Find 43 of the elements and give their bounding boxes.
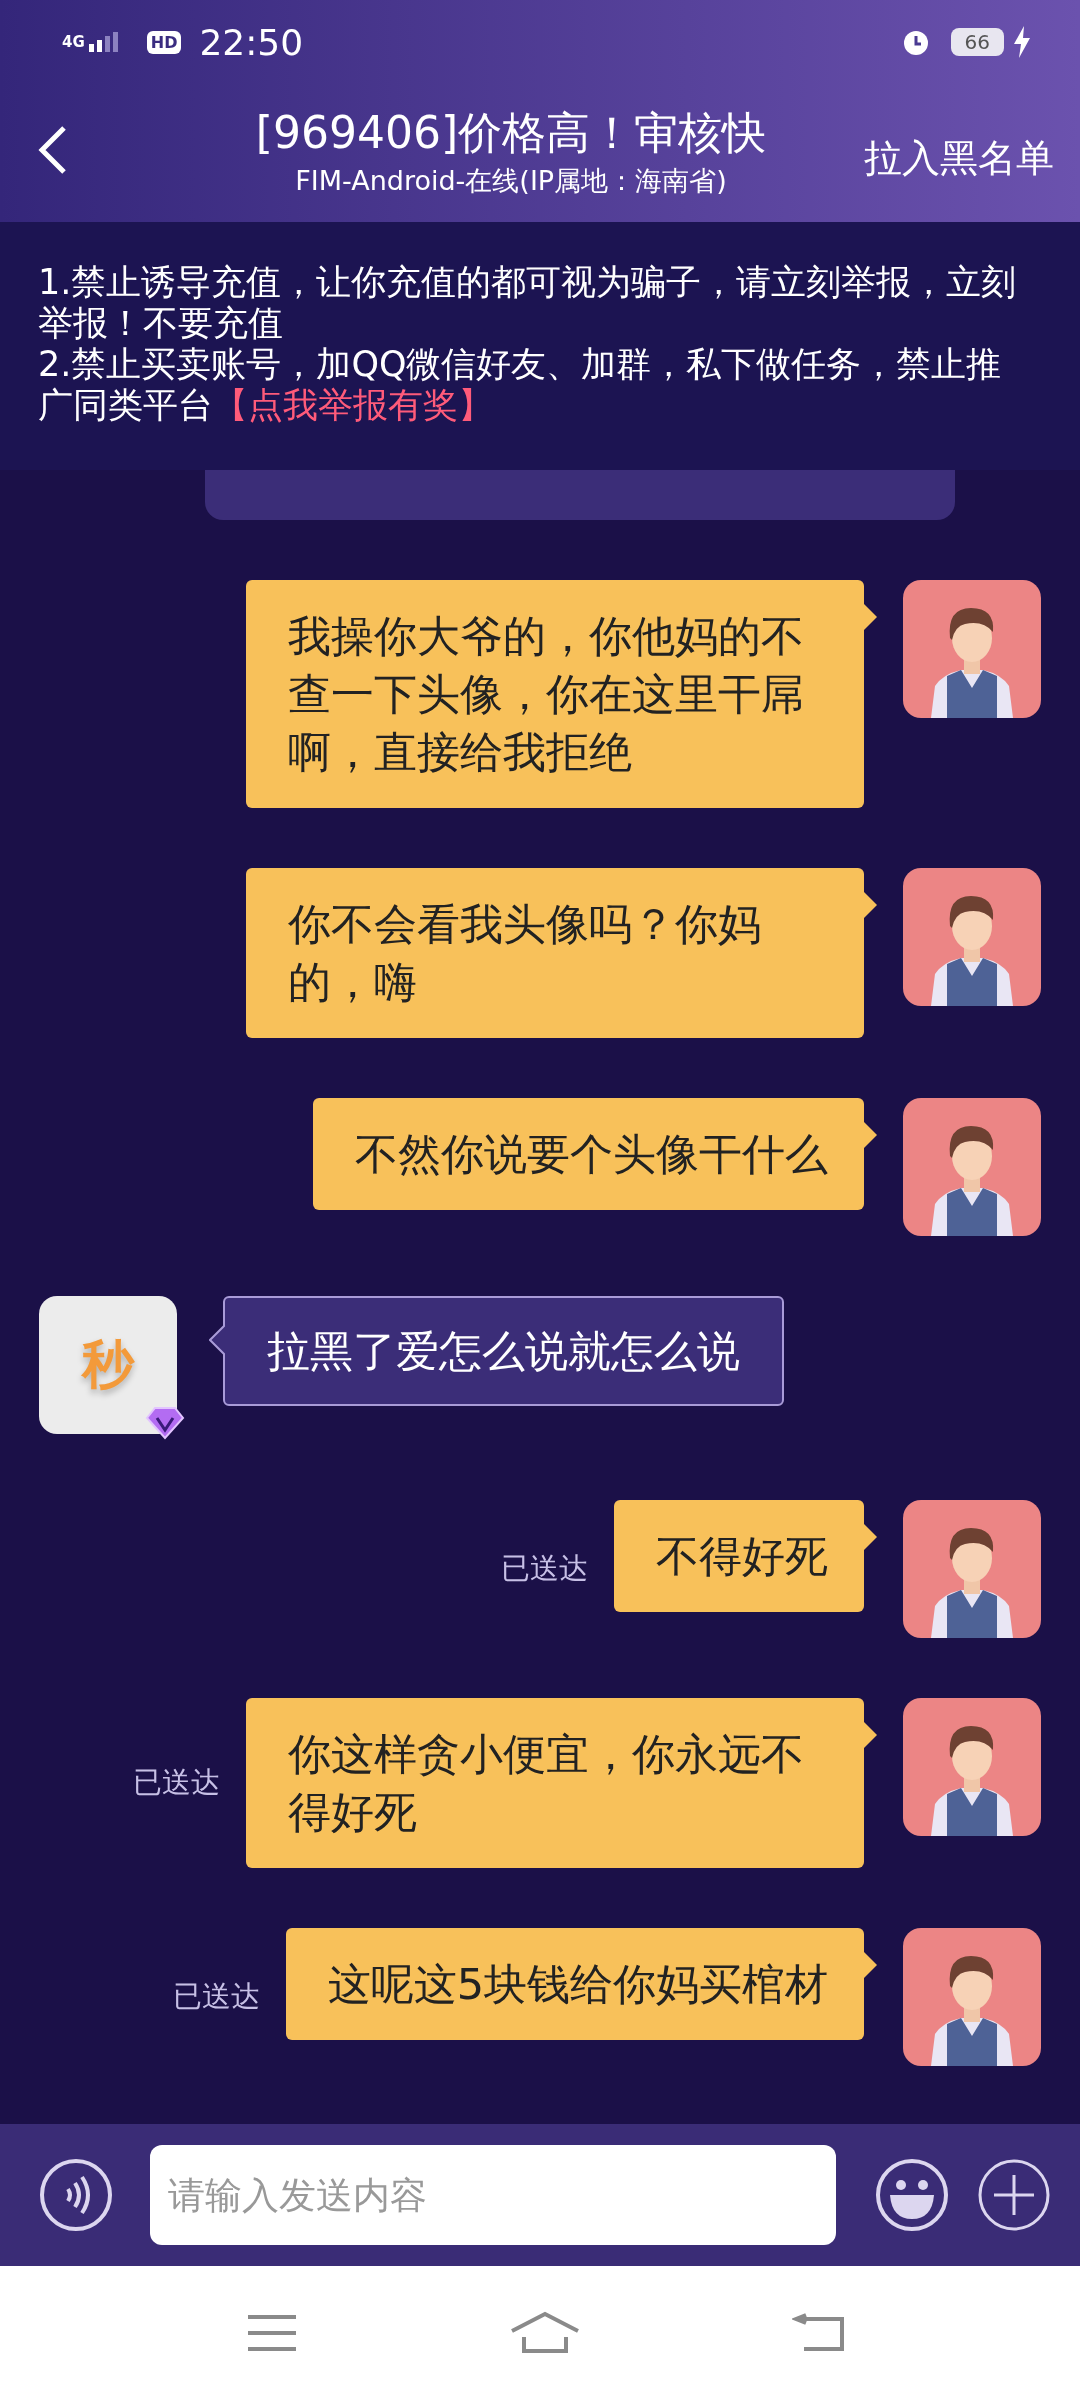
bubble-tail: [864, 1122, 877, 1148]
avatar-icon[interactable]: [903, 1698, 1041, 1836]
delivery-status: 已送达: [501, 1550, 588, 1587]
blacklist-button[interactable]: 拉入黑名单: [864, 122, 1054, 184]
message-bubble: 你这样贪小便宜，你永远不得好死: [246, 1698, 864, 1868]
emoji-icon[interactable]: [874, 2157, 950, 2233]
bubble-tail: [864, 604, 877, 630]
menu-icon[interactable]: [246, 2313, 298, 2353]
bubble-tail: [864, 1722, 877, 1748]
delivery-status: 已送达: [172, 1978, 260, 2015]
battery-level: 66: [950, 28, 1004, 56]
message-bubble: 不然你说要个头像干什么: [313, 1098, 864, 1210]
message-bubble: 不得好死: [614, 1500, 864, 1612]
avatar-icon[interactable]: [903, 1928, 1041, 2066]
bubble-tail: [864, 892, 877, 918]
home-icon[interactable]: [510, 2311, 580, 2355]
status-time: 22:50: [199, 21, 304, 63]
bubble-tail: [209, 1324, 225, 1356]
diamond-icon: [145, 1406, 185, 1440]
avatar-icon[interactable]: [903, 1500, 1041, 1638]
bubble-tail: [864, 1524, 877, 1550]
plus-icon[interactable]: [976, 2157, 1052, 2233]
notice-text: 1.禁止诱导充值，让你充值的都可视为骗子，请立刻举报，立刻举报！不要充值: [38, 262, 1018, 344]
network-type: 4G: [62, 33, 85, 51]
chat-subtitle: FIM-Android-在线(IP属地：海南省): [295, 164, 727, 198]
message-bubble: 我操你大爷的，你他妈的不查一下头像，你在这里干屌啊，直接给我拒绝: [246, 580, 864, 808]
hd-badge: HD: [146, 30, 182, 54]
message-bubble: 这呢这5块钱给你妈买棺材: [285, 1928, 864, 2040]
report-link[interactable]: 【点我举报有奖】: [213, 385, 493, 425]
charging-icon: [1012, 26, 1032, 58]
avatar-icon[interactable]: [903, 868, 1041, 1006]
message-bubble: 你不会看我头像吗？你妈的，嗨: [246, 868, 864, 1038]
delivery-status: 已送达: [133, 1764, 220, 1801]
bubble-tail: [864, 1952, 877, 1978]
message-bubble: 拉黑了爱怎么说就怎么说: [223, 1296, 784, 1406]
voice-icon[interactable]: [38, 2157, 114, 2233]
message-input[interactable]: 请输入发送内容: [150, 2145, 836, 2245]
notice-text: 2.禁止买卖账号，加QQ微信好友、加群，私下做任务，禁止推广同类平台【点我举报有奖】: [38, 344, 1003, 426]
back-icon[interactable]: [38, 125, 68, 175]
avatar-text: 秒: [82, 1333, 134, 1396]
chat-title: [969406]价格高！审核快: [255, 106, 767, 160]
avatar-icon[interactable]: [903, 1098, 1041, 1236]
avatar-icon[interactable]: [903, 580, 1041, 718]
